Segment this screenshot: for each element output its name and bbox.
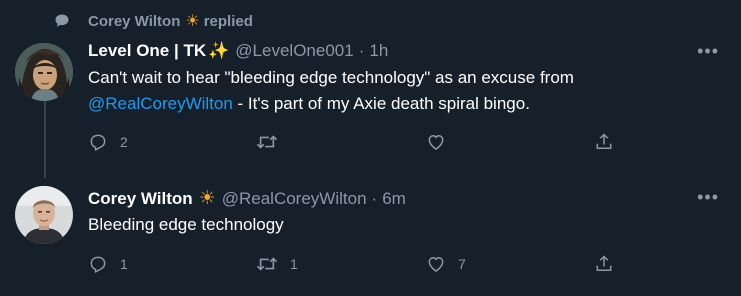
share-button[interactable] bbox=[594, 132, 614, 152]
tweet-text: Can't wait to hear "bleeding edge techno… bbox=[88, 65, 728, 117]
mention-link[interactable]: @RealCoreyWilton bbox=[88, 94, 233, 113]
retweet-icon bbox=[256, 135, 278, 149]
reply-icon bbox=[90, 256, 106, 273]
share-icon bbox=[596, 255, 612, 271]
display-name[interactable]: Corey Wilton bbox=[88, 189, 193, 209]
share-icon bbox=[596, 133, 612, 149]
speech-bubble-icon bbox=[52, 11, 72, 31]
timestamp[interactable]: 1h bbox=[369, 41, 388, 61]
reply-button[interactable]: 2 bbox=[88, 132, 128, 152]
tweet-text-end: - It's part of my Axie death spiral bing… bbox=[232, 94, 530, 113]
retweet-icon bbox=[256, 257, 278, 271]
tweet-actions: 2 bbox=[88, 132, 628, 156]
tweet-actions: 1 1 7 bbox=[88, 254, 628, 278]
separator-dot: · bbox=[371, 188, 378, 208]
more-options-icon[interactable]: ••• bbox=[697, 42, 719, 60]
like-button[interactable]: 7 bbox=[426, 254, 466, 274]
display-name[interactable]: Level One | TK bbox=[88, 41, 206, 61]
sun-emoji-icon: ☀ bbox=[198, 188, 216, 209]
tweet[interactable]: Level One | TK ✨ @LevelOne001 · 1h ••• C… bbox=[0, 34, 741, 170]
retweet-count: 1 bbox=[290, 256, 298, 272]
separator-dot: · bbox=[358, 41, 365, 60]
like-count: 7 bbox=[458, 256, 466, 272]
tweet[interactable]: Corey Wilton ☀ @RealCoreyWilton · 6m •••… bbox=[0, 180, 741, 296]
tweet-text-start: Can't wait to hear "bleeding edge techno… bbox=[88, 68, 574, 87]
like-icon bbox=[428, 257, 444, 272]
tweet-header: Corey Wilton ☀ @RealCoreyWilton · 6m bbox=[88, 187, 406, 210]
avatar[interactable] bbox=[15, 43, 73, 101]
like-button[interactable] bbox=[426, 132, 458, 152]
reply-thread: Corey Wilton ☀ replied Level One | TK ✨ … bbox=[0, 0, 741, 296]
reply-count: 2 bbox=[120, 134, 128, 150]
reply-count: 1 bbox=[120, 256, 128, 272]
user-handle[interactable]: @LevelOne001 bbox=[235, 41, 353, 61]
tweet-text: Bleeding edge technology bbox=[88, 215, 284, 234]
user-handle[interactable]: @RealCoreyWilton bbox=[222, 189, 367, 209]
reply-context: Corey Wilton ☀ replied bbox=[52, 10, 253, 32]
retweet-button[interactable]: 1 bbox=[256, 254, 298, 274]
retweet-button[interactable] bbox=[256, 132, 290, 152]
reply-button[interactable]: 1 bbox=[88, 254, 128, 274]
tweet-header: Level One | TK ✨ @LevelOne001 · 1h bbox=[88, 41, 388, 61]
context-action-text: replied bbox=[203, 12, 253, 30]
context-user-name[interactable]: Corey Wilton bbox=[88, 13, 180, 30]
avatar[interactable] bbox=[15, 186, 73, 244]
timestamp[interactable]: 6m bbox=[382, 189, 406, 209]
sparkles-emoji-icon: ✨ bbox=[208, 41, 230, 60]
reply-icon bbox=[90, 134, 106, 151]
more-options-icon[interactable]: ••• bbox=[697, 188, 719, 206]
sun-emoji-icon: ☀ bbox=[185, 13, 200, 30]
like-icon bbox=[428, 135, 444, 150]
share-button[interactable] bbox=[594, 254, 614, 274]
